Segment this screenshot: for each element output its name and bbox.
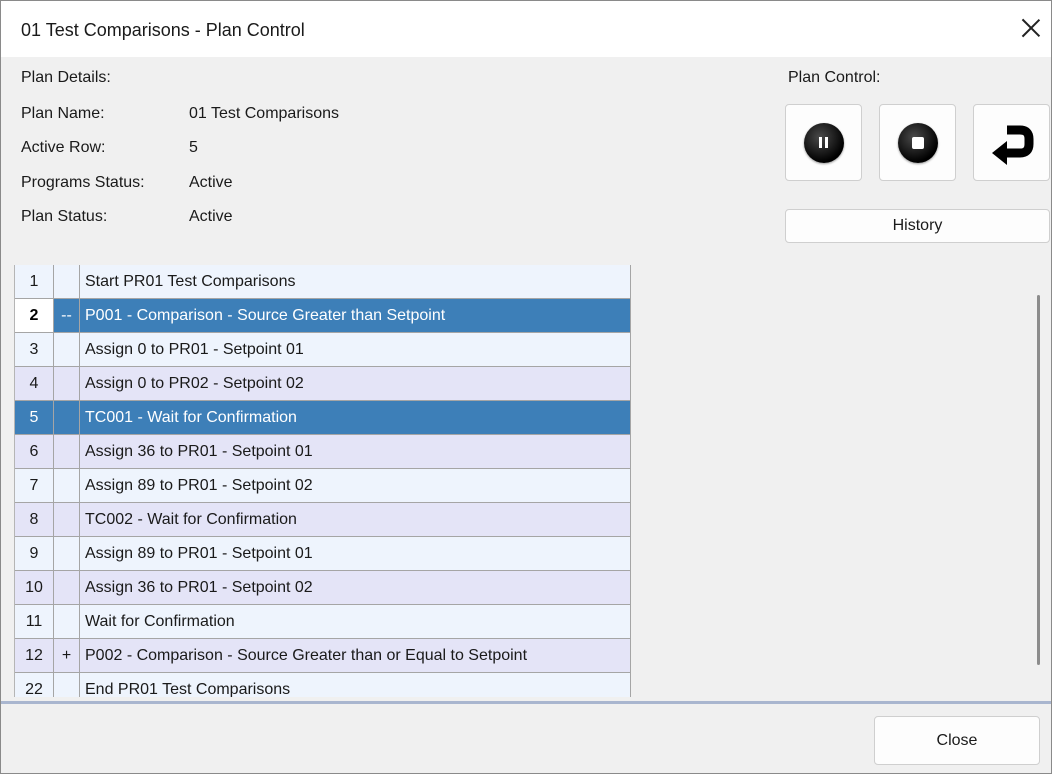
- plan-control-dialog: 01 Test Comparisons - Plan Control Plan …: [0, 0, 1052, 774]
- row-toggle: [54, 571, 80, 605]
- collapse-toggle[interactable]: --: [54, 299, 80, 333]
- plan-details-heading: Plan Details:: [21, 69, 111, 86]
- row-toggle: [54, 265, 80, 299]
- plan-name-label: Plan Name:: [21, 105, 105, 122]
- pause-button[interactable]: [785, 104, 862, 181]
- row-number: 6: [15, 435, 54, 469]
- row-number: 9: [15, 537, 54, 571]
- row-toggle: [54, 605, 80, 639]
- row-number: 10: [15, 571, 54, 605]
- window-title: 01 Test Comparisons - Plan Control: [21, 20, 305, 40]
- row-number: 22: [15, 673, 54, 697]
- row-text: TC002 - Wait for Confirmation: [80, 503, 631, 537]
- row-text: Assign 36 to PR01 - Setpoint 02: [80, 571, 631, 605]
- history-button[interactable]: History: [785, 209, 1050, 243]
- table-row[interactable]: 8 TC002 - Wait for Confirmation: [15, 503, 631, 538]
- row-toggle: [54, 673, 80, 697]
- plan-rows-grid: 1 Start PR01 Test Comparisons 2 -- P001 …: [14, 265, 631, 697]
- table-row[interactable]: 4 Assign 0 to PR02 - Setpoint 02: [15, 367, 631, 402]
- row-number: 1: [15, 265, 54, 299]
- row-text: Assign 89 to PR01 - Setpoint 01: [80, 537, 631, 571]
- plan-status-value: Active: [189, 208, 233, 225]
- table-row[interactable]: 3 Assign 0 to PR01 - Setpoint 01: [15, 333, 631, 368]
- table-row[interactable]: 9 Assign 89 to PR01 - Setpoint 01: [15, 537, 631, 572]
- table-row[interactable]: 2 -- P001 - Comparison - Source Greater …: [15, 299, 631, 334]
- stop-button[interactable]: [879, 104, 956, 181]
- stop-icon: [898, 123, 938, 163]
- row-text: Wait for Confirmation: [80, 605, 631, 639]
- table-row[interactable]: 22 End PR01 Test Comparisons: [15, 673, 631, 697]
- programs-status-label: Programs Status:: [21, 174, 145, 191]
- row-number: 3: [15, 333, 54, 367]
- table-row[interactable]: 10 Assign 36 to PR01 - Setpoint 02: [15, 571, 631, 606]
- row-toggle: [54, 469, 80, 503]
- vertical-scrollbar[interactable]: [1026, 265, 1050, 697]
- return-arrow-icon: [992, 125, 1034, 165]
- active-row-label: Active Row:: [21, 139, 106, 156]
- scrollbar-thumb[interactable]: [1037, 295, 1040, 665]
- row-number: 4: [15, 367, 54, 401]
- row-text: Start PR01 Test Comparisons: [80, 265, 631, 299]
- table-row[interactable]: 1 Start PR01 Test Comparisons: [15, 265, 631, 300]
- close-button[interactable]: Close: [874, 716, 1040, 765]
- plan-status-label: Plan Status:: [21, 208, 108, 225]
- plan-control-heading: Plan Control:: [788, 69, 881, 86]
- title-bar: 01 Test Comparisons - Plan Control: [1, 1, 1051, 57]
- close-icon[interactable]: [1018, 15, 1044, 41]
- footer-divider: [1, 701, 1051, 704]
- row-text: Assign 0 to PR02 - Setpoint 02: [80, 367, 631, 401]
- row-number: 2: [15, 299, 54, 333]
- row-text: Assign 0 to PR01 - Setpoint 01: [80, 333, 631, 367]
- row-toggle: [54, 537, 80, 571]
- row-toggle: [54, 367, 80, 401]
- row-text: P002 - Comparison - Source Greater than …: [80, 639, 631, 673]
- row-number: 5: [15, 401, 54, 435]
- active-row-value: 5: [189, 139, 198, 156]
- row-toggle: [54, 503, 80, 537]
- row-toggle: [54, 401, 80, 435]
- row-text: End PR01 Test Comparisons: [80, 673, 631, 697]
- row-number: 12: [15, 639, 54, 673]
- row-number: 8: [15, 503, 54, 537]
- expand-toggle[interactable]: +: [54, 639, 80, 673]
- table-row[interactable]: 7 Assign 89 to PR01 - Setpoint 02: [15, 469, 631, 504]
- table-row[interactable]: 6 Assign 36 to PR01 - Setpoint 01: [15, 435, 631, 470]
- row-text: TC001 - Wait for Confirmation: [80, 401, 631, 435]
- programs-status-value: Active: [189, 174, 233, 191]
- row-toggle: [54, 435, 80, 469]
- row-text: Assign 89 to PR01 - Setpoint 02: [80, 469, 631, 503]
- row-number: 7: [15, 469, 54, 503]
- table-row[interactable]: 5 TC001 - Wait for Confirmation: [15, 401, 631, 436]
- row-text: P001 - Comparison - Source Greater than …: [80, 299, 631, 333]
- row-number: 11: [15, 605, 54, 639]
- row-toggle: [54, 333, 80, 367]
- table-row[interactable]: 11 Wait for Confirmation: [15, 605, 631, 640]
- plan-name-value: 01 Test Comparisons: [189, 105, 339, 122]
- pause-icon: [804, 123, 844, 163]
- return-button[interactable]: [973, 104, 1050, 181]
- table-row[interactable]: 12 + P002 - Comparison - Source Greater …: [15, 639, 631, 674]
- row-text: Assign 36 to PR01 - Setpoint 01: [80, 435, 631, 469]
